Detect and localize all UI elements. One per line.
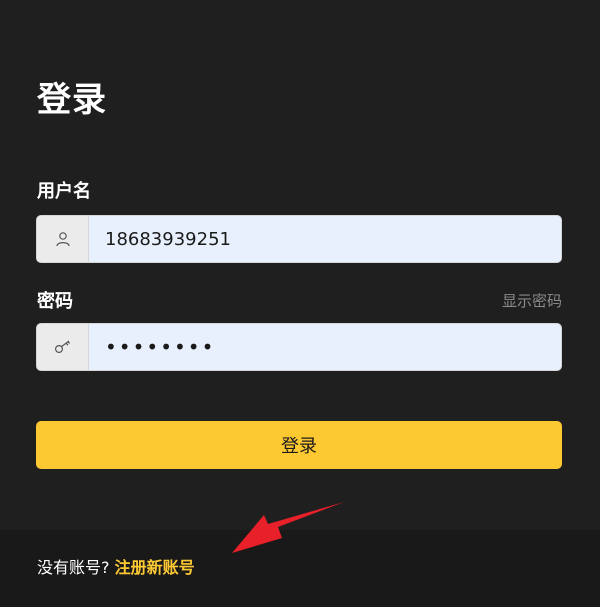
password-field [36, 323, 562, 371]
register-prompt-text: 没有账号? [37, 558, 110, 577]
username-label: 用户名 [37, 181, 91, 202]
username-input[interactable] [89, 216, 561, 262]
password-input[interactable] [89, 324, 561, 370]
register-link[interactable]: 注册新账号 [115, 558, 195, 577]
page-title: 登录 [37, 80, 107, 120]
username-field [36, 215, 562, 263]
user-icon [37, 216, 89, 262]
register-prompt: 没有账号? 注册新账号 [37, 554, 195, 578]
password-label: 密码 [37, 291, 73, 312]
login-button[interactable]: 登录 [36, 421, 562, 469]
show-password-link[interactable]: 显示密码 [502, 290, 562, 311]
key-icon [37, 324, 89, 370]
